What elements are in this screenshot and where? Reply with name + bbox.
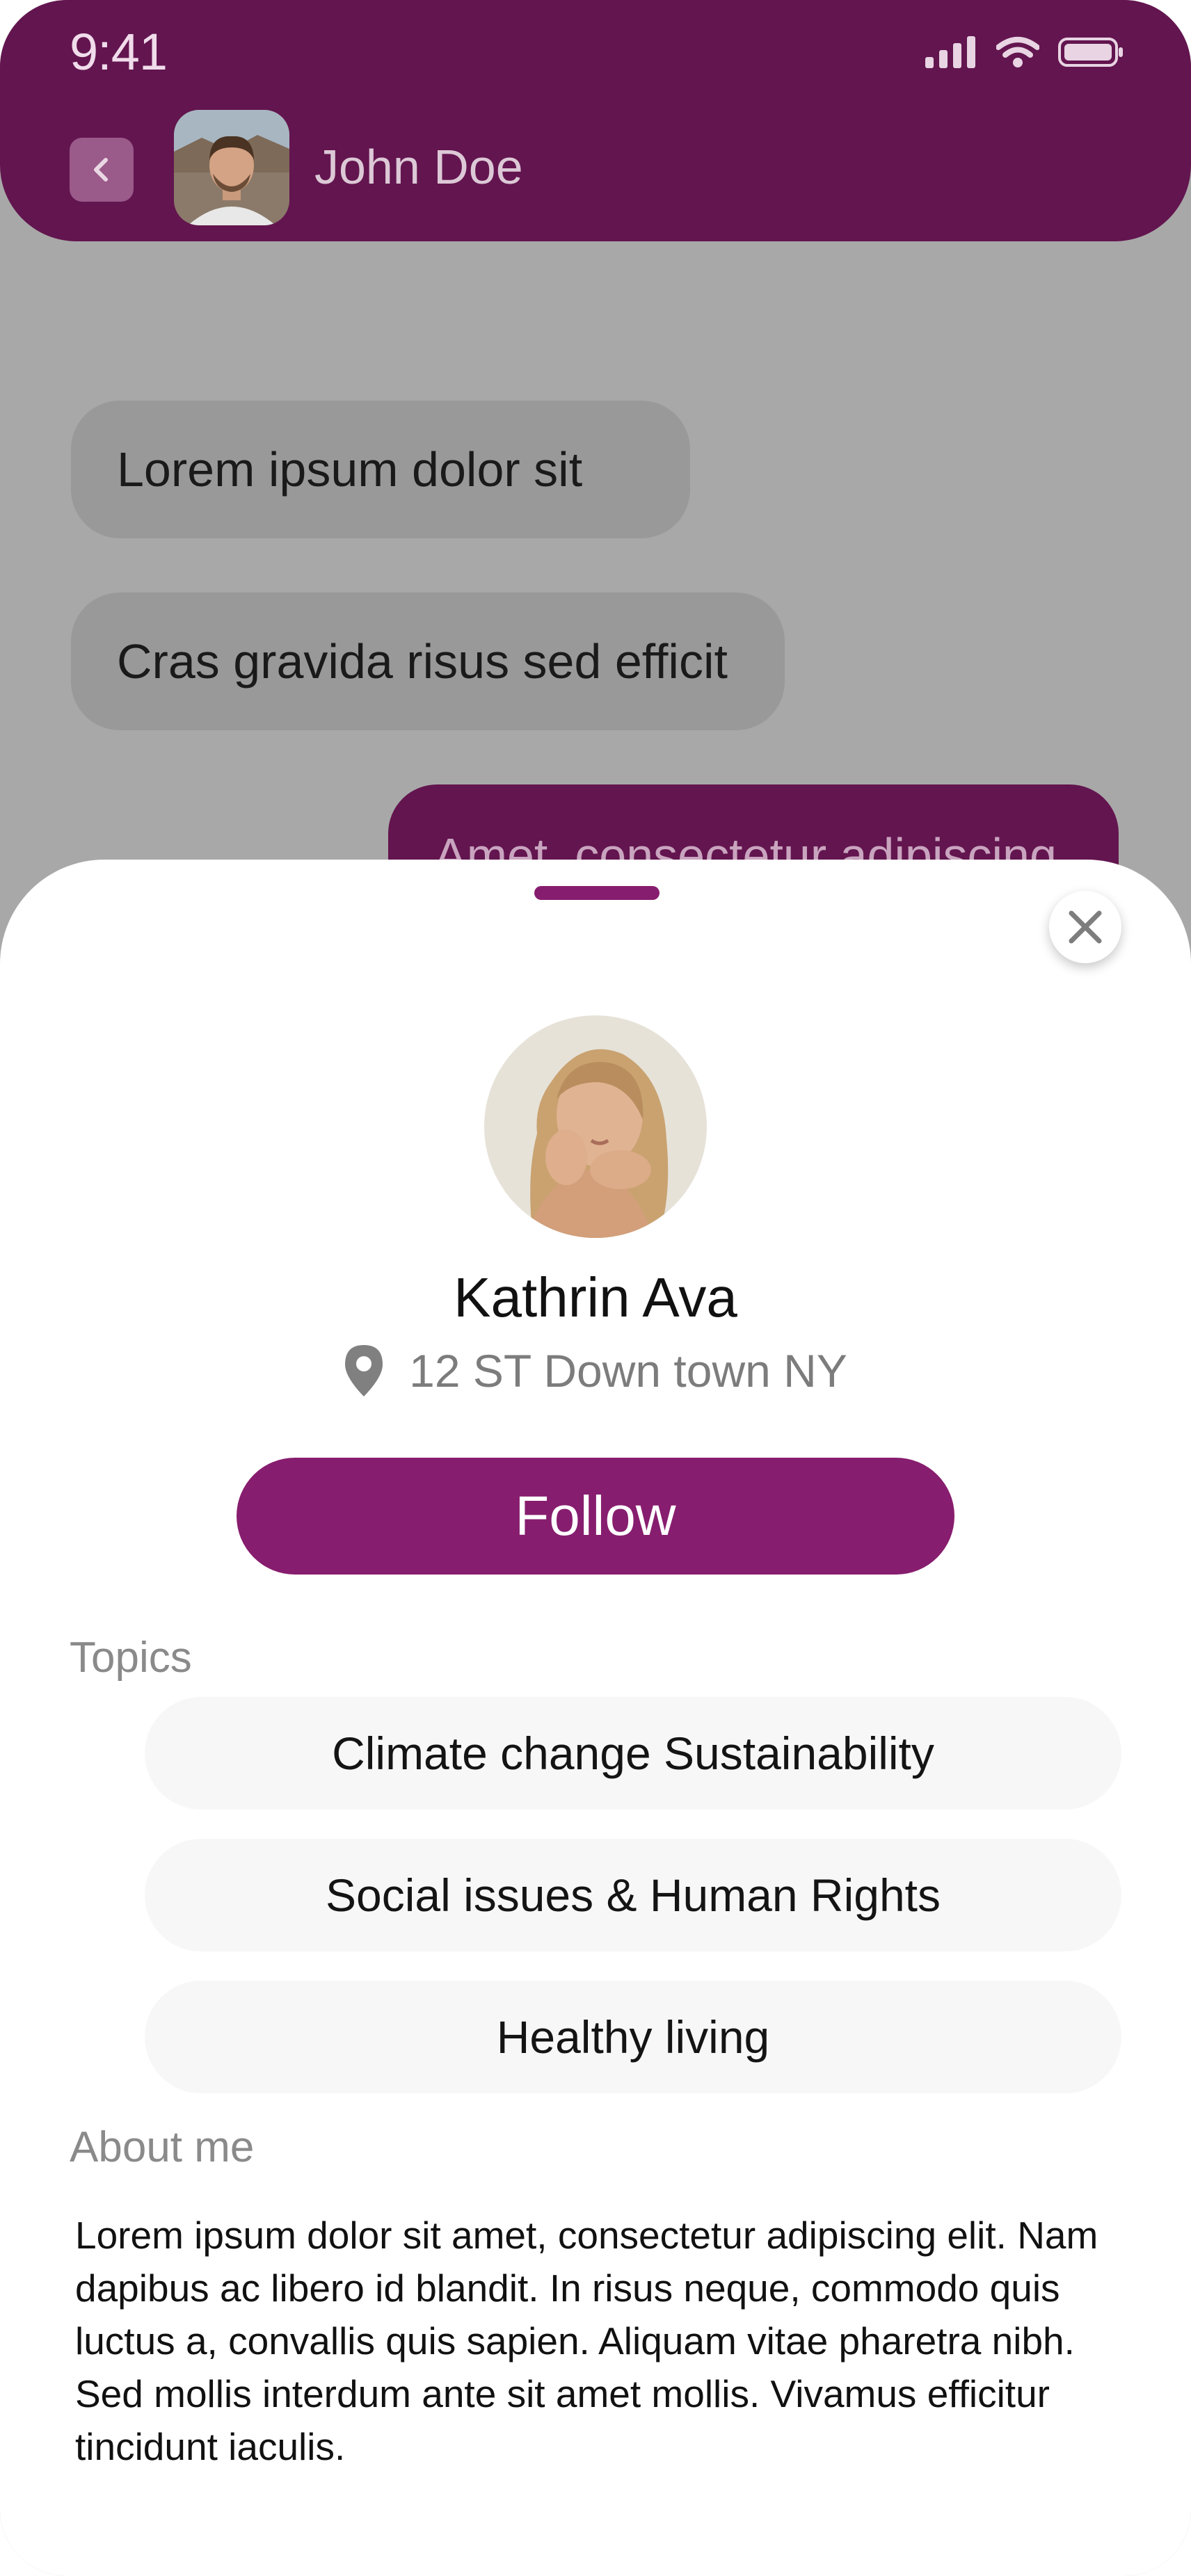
location-text: 12 ST Down town NY bbox=[409, 1345, 847, 1396]
map-pin-icon bbox=[345, 1345, 383, 1396]
message-text: Cras gravida risus sed efficit bbox=[117, 634, 728, 689]
about-me-text: Lorem ipsum dolor sit amet, consectetur … bbox=[75, 2214, 1098, 2468]
close-icon bbox=[1069, 910, 1102, 944]
status-time: 9:41 bbox=[70, 23, 168, 81]
status-icons bbox=[925, 36, 1124, 68]
chevron-left-icon bbox=[94, 158, 108, 182]
profile-bottom-sheet: Kathrin Ava 12 ST Down town NY Follow To… bbox=[0, 860, 1191, 2576]
message-text: Lorem ipsum dolor sit bbox=[117, 442, 583, 497]
profile-name: Kathrin Ava bbox=[454, 1266, 737, 1328]
sheet-drag-handle[interactable] bbox=[534, 886, 660, 900]
follow-button[interactable]: Follow bbox=[237, 1458, 954, 1575]
topic-chip[interactable]: Healthy living bbox=[145, 1981, 1121, 2093]
cellular-signal-icon bbox=[925, 36, 975, 68]
profile-location: 12 ST Down town NY bbox=[0, 1344, 1191, 1398]
battery-icon bbox=[1058, 38, 1123, 67]
profile-photo bbox=[484, 1015, 707, 1238]
message-bubble-incoming[interactable]: Lorem ipsum dolor sit bbox=[71, 401, 690, 538]
close-button[interactable] bbox=[1049, 891, 1121, 963]
contact-name: John Doe bbox=[314, 140, 523, 194]
topic-chip[interactable]: Climate change Sustainability bbox=[145, 1697, 1121, 1810]
message-bubble-incoming[interactable]: Cras gravida risus sed efficit bbox=[71, 593, 785, 730]
about-me-label: About me bbox=[70, 2123, 255, 2171]
topic-chip[interactable]: Social issues & Human Rights bbox=[145, 1839, 1121, 1951]
phone-screen: 9:41 John Doe Lorem ipsum dolor sit Cras… bbox=[0, 0, 1191, 2576]
chat-header: 9:41 John Doe bbox=[0, 0, 1191, 241]
back-button[interactable] bbox=[70, 138, 134, 202]
contact-avatar[interactable] bbox=[174, 110, 289, 225]
topics-label: Topics bbox=[70, 1634, 192, 1682]
wifi-icon bbox=[996, 37, 1039, 67]
